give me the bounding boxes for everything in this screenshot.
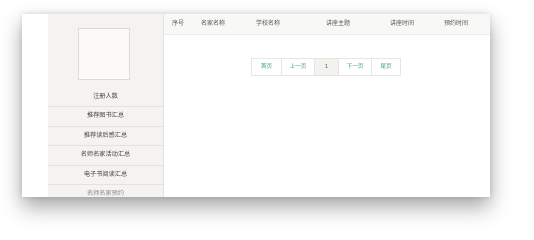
sidebar-item-expert-booking[interactable]: 名师名家预约 [48,185,163,197]
column-header-lecture-topic: 讲座主题 [326,20,351,27]
prev-page-button[interactable]: 上一页 [282,59,315,75]
sidebar-menu: 注册人数 推荐图书汇总 推荐读后感汇总 名师名家活动汇总 电子书阅读汇总 名师名… [48,88,163,197]
sidebar-item-expert-activities[interactable]: 名师名家活动汇总 [48,146,163,166]
app-window: 注册人数 推荐图书汇总 推荐读后感汇总 名师名家活动汇总 电子书阅读汇总 名师名… [22,14,490,197]
column-header-booking-time: 预约时间 [444,20,469,27]
pagination: 首页 上一页 1 下一页 尾页 [251,58,401,76]
main-content: 序号 名家名称 学校名称 讲座主题 讲座时间 预约时间 首页 上一页 1 下一页… [164,14,490,197]
first-page-button[interactable]: 首页 [252,59,282,75]
sidebar: 注册人数 推荐图书汇总 推荐读后感汇总 名师名家活动汇总 电子书阅读汇总 名师名… [48,14,164,197]
column-header-expert-name: 名家名称 [201,20,226,27]
avatar [78,28,130,80]
left-gutter [22,14,48,197]
column-header-lecture-time: 讲座时间 [390,20,415,27]
sidebar-item-recommended-books[interactable]: 推荐图书汇总 [48,107,163,127]
current-page-indicator[interactable]: 1 [315,59,339,75]
column-header-school-name: 学校名称 [256,20,281,27]
sidebar-item-ebook-reading[interactable]: 电子书阅读汇总 [48,166,163,185]
last-page-button[interactable]: 尾页 [372,59,400,75]
column-header-index: 序号 [172,20,185,27]
sidebar-item-reading-reviews[interactable]: 推荐读后感汇总 [48,127,163,147]
sidebar-item-registrations[interactable]: 注册人数 [48,88,163,108]
table-header: 序号 名家名称 学校名称 讲座主题 讲座时间 预约时间 [164,14,490,35]
next-page-button[interactable]: 下一页 [339,59,372,75]
